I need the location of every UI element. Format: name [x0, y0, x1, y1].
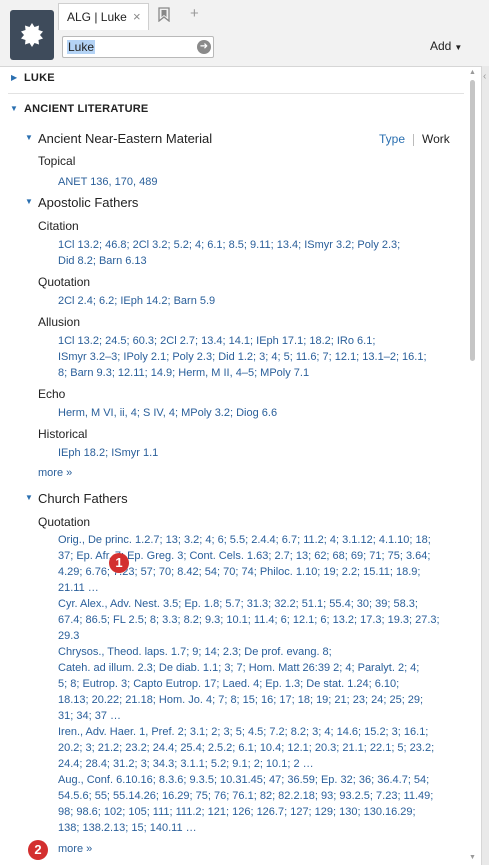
add-button[interactable]: Add ▼	[430, 39, 462, 53]
collapse-church-icon[interactable]: ▼	[25, 493, 33, 502]
more-link[interactable]: more »	[58, 843, 92, 855]
ref-line[interactable]: 138; 138.2.13; 15; 140.11 …	[58, 822, 197, 834]
ref-line[interactable]: Did 8.2; Barn 6.13	[58, 255, 147, 267]
ref-line[interactable]: ANET 136, 170, 489	[58, 176, 157, 188]
ref-line[interactable]: Cateh. ad illum. 2.3; De diab. 1.1; 3; 7…	[58, 662, 419, 674]
ref-line[interactable]: 1Cl 13.2; 46.8; 2Cl 3.2; 5.2; 4; 6.1; 8.…	[58, 239, 400, 251]
chevron-left-icon: ‹	[483, 71, 487, 82]
content-panel: ▶ LUKE ▼ ANCIENT LITERATURE ▼ Ancient Ne…	[0, 66, 466, 865]
ref-line[interactable]: 8; Barn 9.3; 12.11; 14.9; Herm, M II, 4–…	[58, 367, 309, 379]
view-type-link[interactable]: Type	[379, 132, 405, 146]
ref-line[interactable]: 29.3	[58, 630, 79, 642]
ref-line[interactable]: 98; 98.6; 102; 105; 111; 111.2; 121; 126…	[58, 806, 416, 818]
annotation-badge-2: 2	[28, 840, 48, 860]
divider	[8, 93, 464, 94]
ref-line[interactable]: 2Cl 2.4; 6.2; IEph 14.2; Barn 5.9	[58, 295, 215, 307]
ref-line[interactable]: Aug., Conf. 6.10.16; 8.3.6; 9.3.5; 10.31…	[58, 774, 429, 786]
category-historical: Historical	[38, 427, 88, 441]
reference-input-value[interactable]: Luke	[67, 40, 96, 54]
ref-line[interactable]: 54.5.6; 55; 55.14.26; 16.29; 75; 76; 76.…	[58, 790, 433, 802]
ref-line[interactable]: 31; 34; 37 …	[58, 710, 121, 722]
ref-line[interactable]: IEph 18.2; ISmyr 1.1	[58, 447, 158, 459]
collapse-apostolic-icon[interactable]: ▼	[25, 197, 33, 206]
ref-line[interactable]: 1Cl 13.2; 24.5; 60.3; 2Cl 2.7; 13.4; 14.…	[58, 335, 375, 347]
bookmark-tab-icon[interactable]	[158, 7, 170, 22]
tab-title: ALG | Luke	[67, 10, 127, 24]
adjacent-panel-edge: ‹	[481, 66, 489, 865]
ref-line[interactable]: ISmyr 3.2–3; IPoly 2.1; Poly 2.3; Did 1.…	[58, 351, 427, 363]
tab-alg-luke[interactable]: ALG | Luke ×	[58, 3, 149, 30]
app-logo-icon[interactable]	[10, 10, 54, 60]
more-link[interactable]: more »	[38, 467, 72, 479]
new-tab-icon[interactable]: +	[190, 5, 199, 22]
annotation-badge-1: 1	[109, 553, 129, 573]
add-label: Add	[430, 39, 452, 53]
section-ancient-literature[interactable]: ANCIENT LITERATURE	[24, 103, 148, 115]
ref-line[interactable]: Iren., Adv. Haer. 1, Pref. 2; 3.1; 2; 3;…	[58, 726, 428, 738]
collapse-ancient-icon[interactable]: ▼	[10, 104, 18, 113]
ref-line[interactable]: 5; 8; Eutrop. 3; Capto Eutrop. 17; Laed.…	[58, 678, 399, 690]
category-topical: Topical	[38, 154, 76, 168]
section-luke[interactable]: LUKE	[24, 72, 55, 84]
scroll-down-icon[interactable]: ▼	[469, 854, 476, 861]
ref-line[interactable]: Orig., De princ. 1.2.7; 13; 3.2; 4; 6; 5…	[58, 534, 431, 546]
ref-line[interactable]: 18.13; 20.22; 21.18; Hom. Jo. 4; 7; 8; 1…	[58, 694, 423, 706]
ref-line[interactable]: Cyr. Alex., Adv. Nest. 3.5; Ep. 1.8; 5.7…	[58, 598, 418, 610]
category-quotation: Quotation	[38, 275, 91, 289]
ref-line[interactable]: 67.4; 86.5; FL 2.5; 8; 3.3; 8.2; 9.3; 10…	[58, 614, 440, 626]
chevron-down-icon: ▼	[454, 43, 463, 52]
group-apostolic-fathers[interactable]: Apostolic Fathers	[38, 195, 138, 210]
vertical-scrollbar[interactable]: ▲ ▼	[466, 66, 480, 865]
category-allusion: Allusion	[38, 315, 81, 329]
scrollbar-thumb[interactable]	[470, 80, 475, 361]
top-bar: ALG | Luke × + Luke ➜ Add ▼	[0, 0, 489, 67]
ref-line[interactable]: Chrysos., Theod. laps. 1.7; 9; 14; 2.3; …	[58, 646, 332, 658]
go-arrow-icon[interactable]: ➜	[197, 40, 211, 54]
scroll-up-icon[interactable]: ▲	[469, 69, 476, 76]
ref-line[interactable]: 21.11 …	[58, 582, 99, 594]
view-work-label[interactable]: Work	[422, 132, 450, 146]
ref-line[interactable]: Herm, M VI, ii, 4; S IV, 4; MPoly 3.2; D…	[58, 407, 277, 419]
reference-input[interactable]: Luke ➜	[62, 36, 214, 58]
category-quotation: Quotation	[38, 515, 91, 529]
ref-line[interactable]: 24.4; 28.4; 31.2; 3; 34.3; 3.1.1; 5.2; 9…	[58, 758, 314, 770]
toggle-divider	[413, 134, 414, 146]
close-tab-icon[interactable]: ×	[133, 9, 141, 24]
expand-luke-icon[interactable]: ▶	[11, 73, 17, 82]
ref-line[interactable]: 20.2; 3; 21.2; 23.2; 24.4; 25.4; 2.5.2; …	[58, 742, 434, 754]
group-church-fathers[interactable]: Church Fathers	[38, 491, 128, 506]
category-citation: Citation	[38, 219, 79, 233]
group-ancient-near-eastern[interactable]: Ancient Near-Eastern Material	[38, 131, 212, 146]
category-echo: Echo	[38, 387, 66, 401]
collapse-ane-icon[interactable]: ▼	[25, 133, 33, 142]
